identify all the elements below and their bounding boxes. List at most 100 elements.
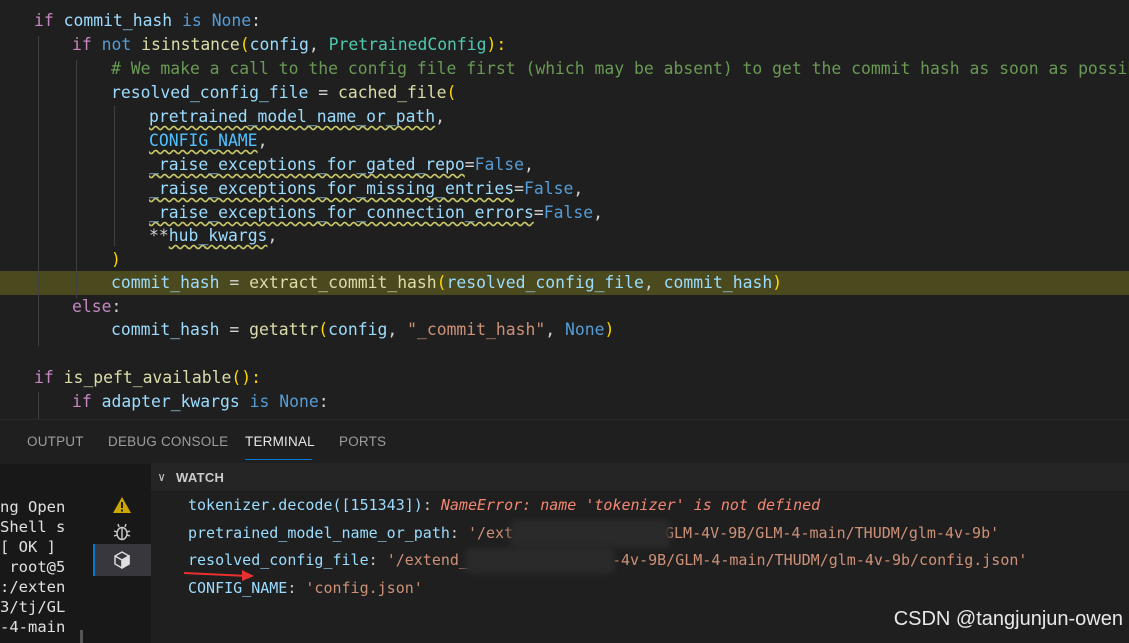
constant: False <box>543 203 594 222</box>
paren: (): <box>231 368 261 387</box>
function: getattr <box>249 320 319 339</box>
code-line-16: if is_peft_available(): <box>34 366 261 390</box>
code-line-2: if not isinstance(config, PretrainedConf… <box>72 33 506 57</box>
chevron-down-icon[interactable]: ∨ <box>158 470 165 484</box>
watch-value-text: -4v-9B/GLM-4-main/THUDM/glm-4v-9b/config… <box>612 551 1028 569</box>
operator: = <box>219 320 250 339</box>
paren: ( <box>436 273 447 292</box>
class: PretrainedConfig <box>328 35 487 54</box>
identifier: hub_kwargs <box>168 226 268 245</box>
warning-icon[interactable] <box>111 494 133 516</box>
watch-header[interactable] <box>151 463 1129 491</box>
code-line-10: **hub_kwargs, <box>149 224 277 248</box>
watch-expression: tokenizer.decode([151343]) <box>188 496 423 514</box>
function: extract_commit_hash <box>249 273 437 292</box>
terminal-line: 3/tj/GL <box>0 598 66 616</box>
punct: , <box>257 131 268 150</box>
terminal-output[interactable]: ng Open Shell s [ OK ] root@5 :/exten 3/… <box>0 464 93 643</box>
paren: ( <box>239 35 250 54</box>
indent-guide <box>38 36 39 346</box>
keyword: if <box>34 11 54 30</box>
punct: , <box>643 273 664 292</box>
tab-output[interactable]: OUTPUT <box>27 434 84 449</box>
punct: , <box>387 320 408 339</box>
red-arrow-annotation <box>183 570 254 581</box>
constant: CONFIG_NAME <box>149 131 258 150</box>
operator: = <box>308 83 338 102</box>
code-line-9: _raise_exceptions_for_connection_errors=… <box>149 201 603 225</box>
csdn-watermark: CSDN @tangjunjun-owen <box>893 608 1123 630</box>
terminal-line: :/exten <box>0 578 66 596</box>
operator: = <box>219 273 250 292</box>
code-line-13: else: <box>72 295 121 319</box>
terminal-scrollbar[interactable] <box>80 630 83 643</box>
code-line-1: if commit_hash is None: <box>34 9 261 33</box>
watch-value: -4v-9B/GLM-4-main/THUDM/glm-4v-9b/config… <box>612 551 1027 569</box>
constant: None <box>565 320 605 339</box>
punct: , <box>524 155 534 174</box>
keyword: if <box>34 368 54 387</box>
indent-guide <box>76 60 77 298</box>
tab-debug-console[interactable]: DEBUG CONSOLE <box>108 434 228 449</box>
identifier: commit_hash <box>111 273 220 292</box>
keyword: if <box>72 35 92 54</box>
identifier: _raise_exceptions_for_gated_repo <box>149 155 465 174</box>
paren: ) <box>604 320 615 339</box>
terminal-line: [ OK ] <box>0 538 56 556</box>
operator: = <box>464 155 475 174</box>
identifier: adapter_kwargs <box>101 392 240 411</box>
paren: ) <box>772 273 783 292</box>
identifier: commit_hash <box>63 11 173 30</box>
keyword: not <box>101 35 132 54</box>
terminal-line: -4-main <box>0 618 66 636</box>
paren: ): <box>486 35 507 54</box>
code-line-12: commit_hash = extract_commit_hash(resolv… <box>111 271 782 295</box>
code-line-6: CONFIG_NAME, <box>149 129 267 153</box>
watch-separator: : <box>449 524 468 542</box>
watch-item[interactable]: tokenizer.decode([151343]): NameError: n… <box>188 496 820 514</box>
punct: , <box>435 107 446 126</box>
constant: False <box>474 155 524 174</box>
debug-bug-icon[interactable] <box>111 521 133 543</box>
identifier: commit_hash <box>111 320 220 339</box>
code-line-5: pretrained_model_name_or_path, <box>149 105 445 129</box>
identifier: pretrained_model_name_or_path <box>149 107 436 126</box>
constant: None <box>279 392 319 411</box>
code-line-17: if adapter_kwargs is None: <box>72 390 329 414</box>
watch-expression: pretrained_model_name_or_path <box>188 524 450 542</box>
watch-value: NameError: name 'tokenizer' is not defin… <box>440 496 821 514</box>
punct: , <box>573 179 584 198</box>
code-line-3: # We make a call to the config file firs… <box>111 59 1129 78</box>
punct: , <box>593 203 603 222</box>
watch-value: 'config.json' <box>305 579 423 597</box>
identifier: config <box>328 320 388 339</box>
watch-value-prefix: '/extend_ <box>386 551 468 569</box>
terminal-line: root@5 <box>0 558 66 576</box>
package-icon[interactable] <box>111 549 133 571</box>
active-tab-indicator <box>245 459 312 460</box>
watch-title: WATCH <box>176 470 225 485</box>
watch-separator: : <box>368 551 387 569</box>
tab-ports[interactable]: PORTS <box>339 434 386 449</box>
watch-separator: : <box>422 496 441 514</box>
code-editor[interactable]: if commit_hash is None: if not isinstanc… <box>0 0 1129 419</box>
watch-separator: : <box>287 579 306 597</box>
watch-value-prefix: '/ext <box>467 524 514 542</box>
watch-value: GLM-4V-9B/GLM-4-main/THUDM/glm-4v-9b' <box>665 524 999 542</box>
keyword: else <box>72 297 112 316</box>
tab-terminal[interactable]: TERMINAL <box>245 434 315 449</box>
code-line-7: _raise_exceptions_for_gated_repo=False, <box>149 153 534 177</box>
terminal-line: ng Open <box>0 498 66 516</box>
operator: = <box>533 203 544 222</box>
watch-item[interactable]: pretrained_model_name_or_path: '/ext <box>188 524 513 542</box>
paren: ( <box>446 83 457 102</box>
